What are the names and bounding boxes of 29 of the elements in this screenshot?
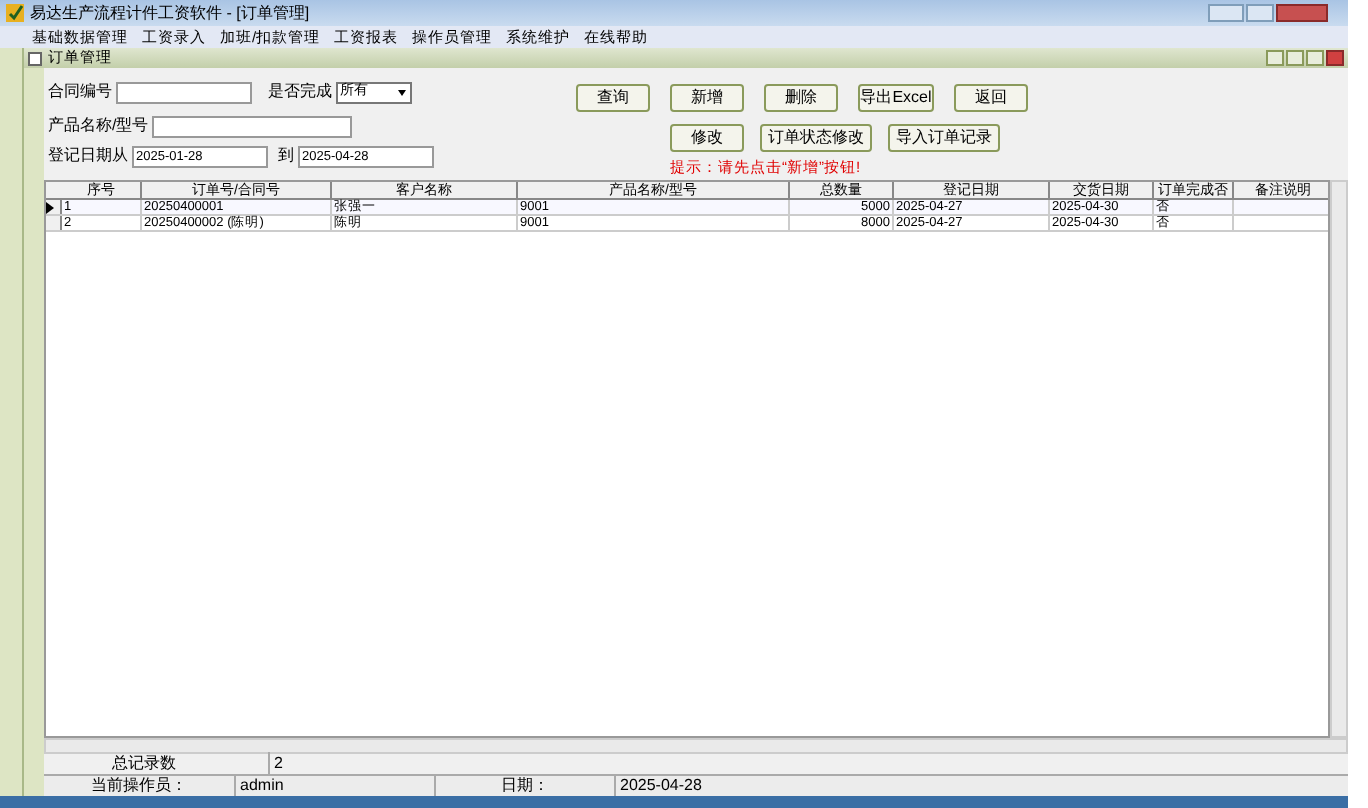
field-label: 登记日期从 bbox=[48, 144, 128, 168]
field-label: 是否完成 bbox=[268, 80, 332, 104]
toolbar-button[interactable]: 查询 bbox=[576, 84, 650, 112]
product-field[interactable] bbox=[152, 115, 353, 137]
maximize-button[interactable] bbox=[1246, 4, 1274, 22]
close-button[interactable] bbox=[1276, 4, 1328, 22]
dropdown-arrow-icon bbox=[398, 89, 406, 95]
maximize-button[interactable] bbox=[1306, 50, 1324, 66]
row-header-cell[interactable] bbox=[46, 216, 62, 230]
vertical-scrollbar[interactable] bbox=[1330, 180, 1348, 738]
toolbar-button[interactable]: 删除 bbox=[764, 84, 838, 112]
toolbar-button[interactable]: 返回 bbox=[954, 84, 1028, 112]
app-icon bbox=[6, 4, 24, 22]
field-label: 到 bbox=[278, 144, 294, 168]
toolbar-button[interactable]: 修改 bbox=[670, 124, 744, 152]
toolbar-button[interactable]: 导出Excel bbox=[858, 84, 934, 112]
toolbar-button[interactable]: 订单状态修改 bbox=[760, 124, 872, 152]
window-title: 易达生产流程计件工资软件 - [订单管理] bbox=[30, 1, 310, 25]
toolbar-button[interactable]: 导入订单记录 bbox=[888, 124, 1000, 152]
close-button[interactable] bbox=[1326, 50, 1344, 66]
minimize-button[interactable] bbox=[1208, 4, 1244, 22]
horizontal-scrollbar[interactable] bbox=[44, 738, 1348, 754]
field-label: 合同编号 bbox=[48, 80, 112, 104]
toolbar-button[interactable]: 新增 bbox=[670, 84, 744, 112]
contract-field[interactable] bbox=[116, 81, 252, 103]
total-label: 总记录数 bbox=[110, 752, 178, 776]
field-label: 产品名称/型号 bbox=[48, 114, 149, 138]
collapse-icon bbox=[28, 51, 42, 65]
operator-label: 当前操作员： bbox=[89, 774, 189, 798]
